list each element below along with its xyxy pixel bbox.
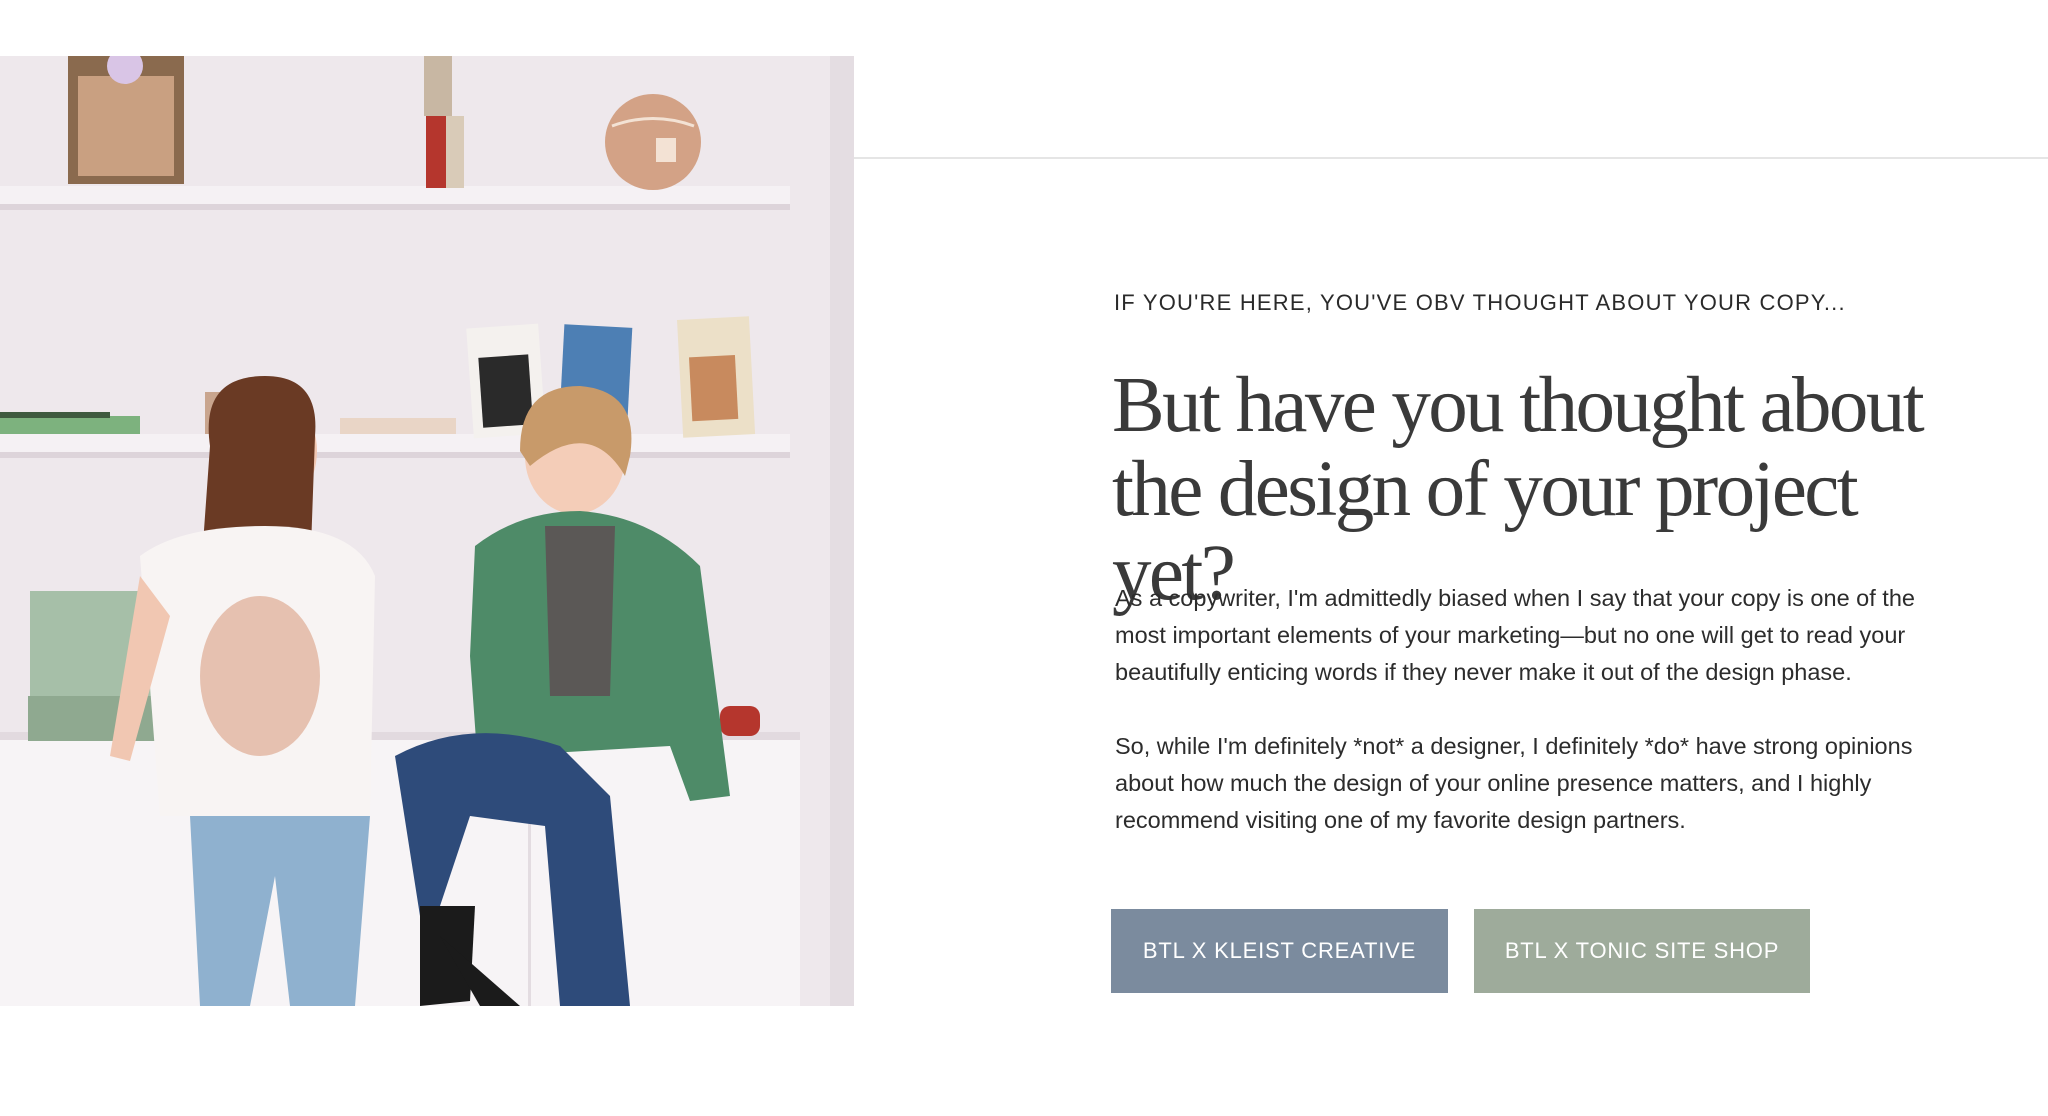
eyebrow-text: IF YOU'RE HERE, YOU'VE OBV THOUGHT ABOUT…	[1114, 290, 1846, 315]
header-divider	[854, 157, 2048, 159]
intro-paragraph: As a copywriter, I'm admittedly biased w…	[1115, 585, 1915, 685]
kleist-creative-button[interactable]: BTL X KLEIST CREATIVE	[1111, 909, 1448, 993]
recommendation-paragraph: So, while I'm definitely *not* a designe…	[1115, 733, 1913, 833]
hero-photo	[0, 56, 854, 1006]
headline-line-1: But have you thought about	[1112, 362, 1925, 449]
tonic-site-shop-button[interactable]: BTL X TONIC SITE SHOP	[1474, 909, 1810, 993]
section-headline: But have you thought about the design of…	[1112, 364, 1972, 616]
photo-illustration	[0, 56, 854, 1006]
